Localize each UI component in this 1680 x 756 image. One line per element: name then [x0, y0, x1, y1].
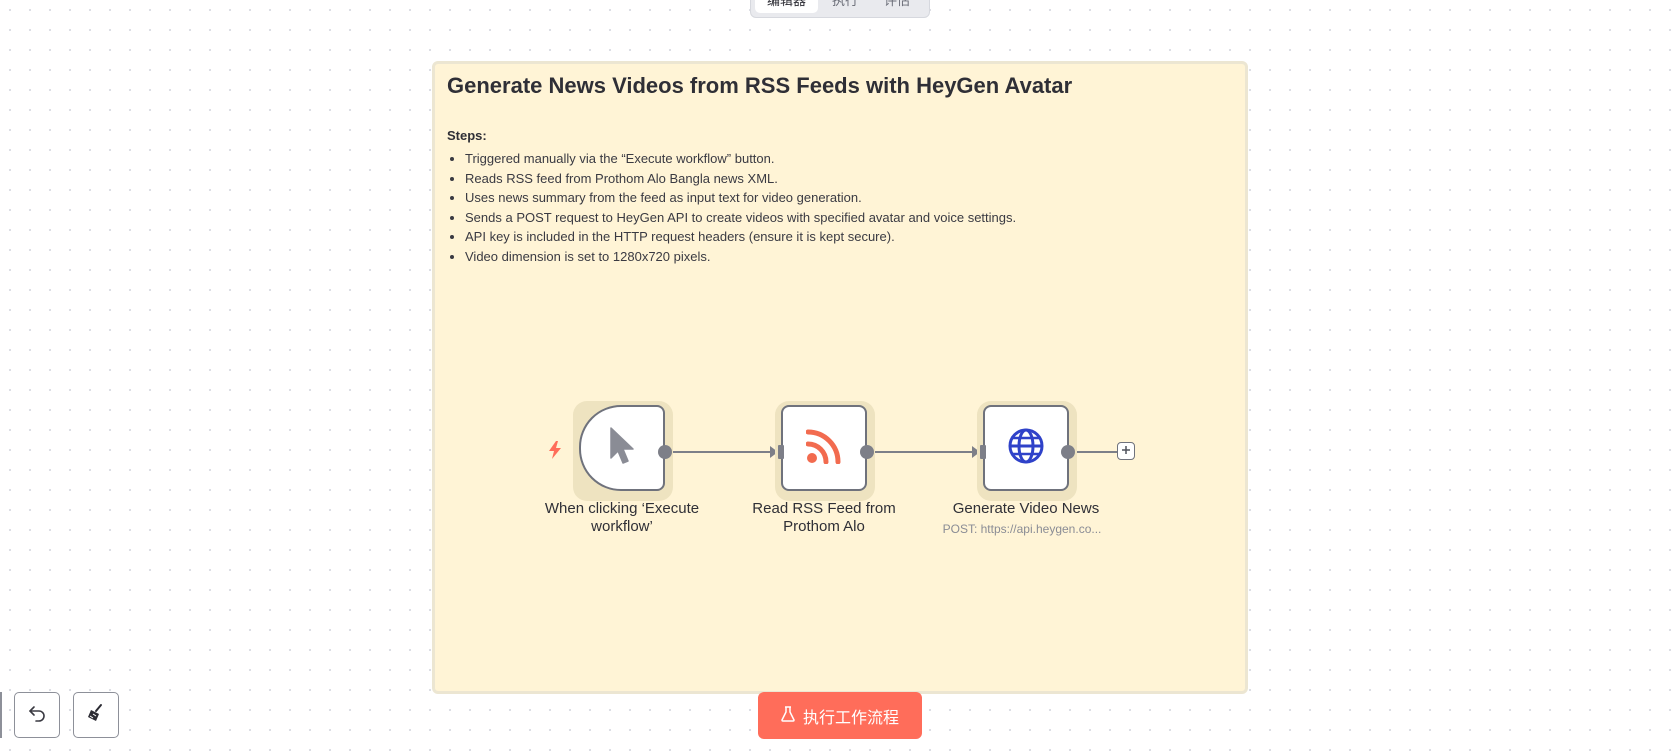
node-manual-trigger[interactable]: [579, 405, 665, 491]
input-handle[interactable]: [980, 445, 986, 459]
panel-edge: [0, 692, 2, 738]
broom-icon: [86, 703, 106, 728]
add-node-button[interactable]: [1117, 442, 1135, 460]
connections: [672, 446, 1117, 458]
globe-icon: [1007, 427, 1045, 470]
execute-workflow-label: 执行工作流程: [802, 707, 899, 727]
undo-icon: [28, 704, 46, 727]
rss-icon: [805, 428, 842, 469]
input-handle[interactable]: [778, 445, 784, 459]
tidy-up-button[interactable]: [73, 692, 119, 738]
node-rss-read[interactable]: [781, 405, 867, 491]
plus-icon: [1121, 442, 1131, 460]
node-label: When clicking ‘Execute workflow’: [544, 500, 700, 535]
undo-button[interactable]: [14, 692, 60, 738]
output-handle[interactable]: [658, 445, 672, 459]
node-label: Generate Video News: [952, 500, 1100, 517]
output-handle[interactable]: [1061, 445, 1075, 459]
output-handle[interactable]: [860, 445, 874, 459]
flask-icon: [781, 705, 795, 726]
node-http-request[interactable]: [983, 405, 1069, 491]
lightning-icon: [548, 441, 562, 464]
execute-workflow-button[interactable]: 执行工作流程: [758, 692, 922, 739]
node-subtitle: POST: https://api.heygen.co...: [942, 522, 1102, 536]
cursor-icon: [607, 426, 637, 471]
node-label: Read RSS Feed from Prothom Alo: [752, 500, 896, 535]
